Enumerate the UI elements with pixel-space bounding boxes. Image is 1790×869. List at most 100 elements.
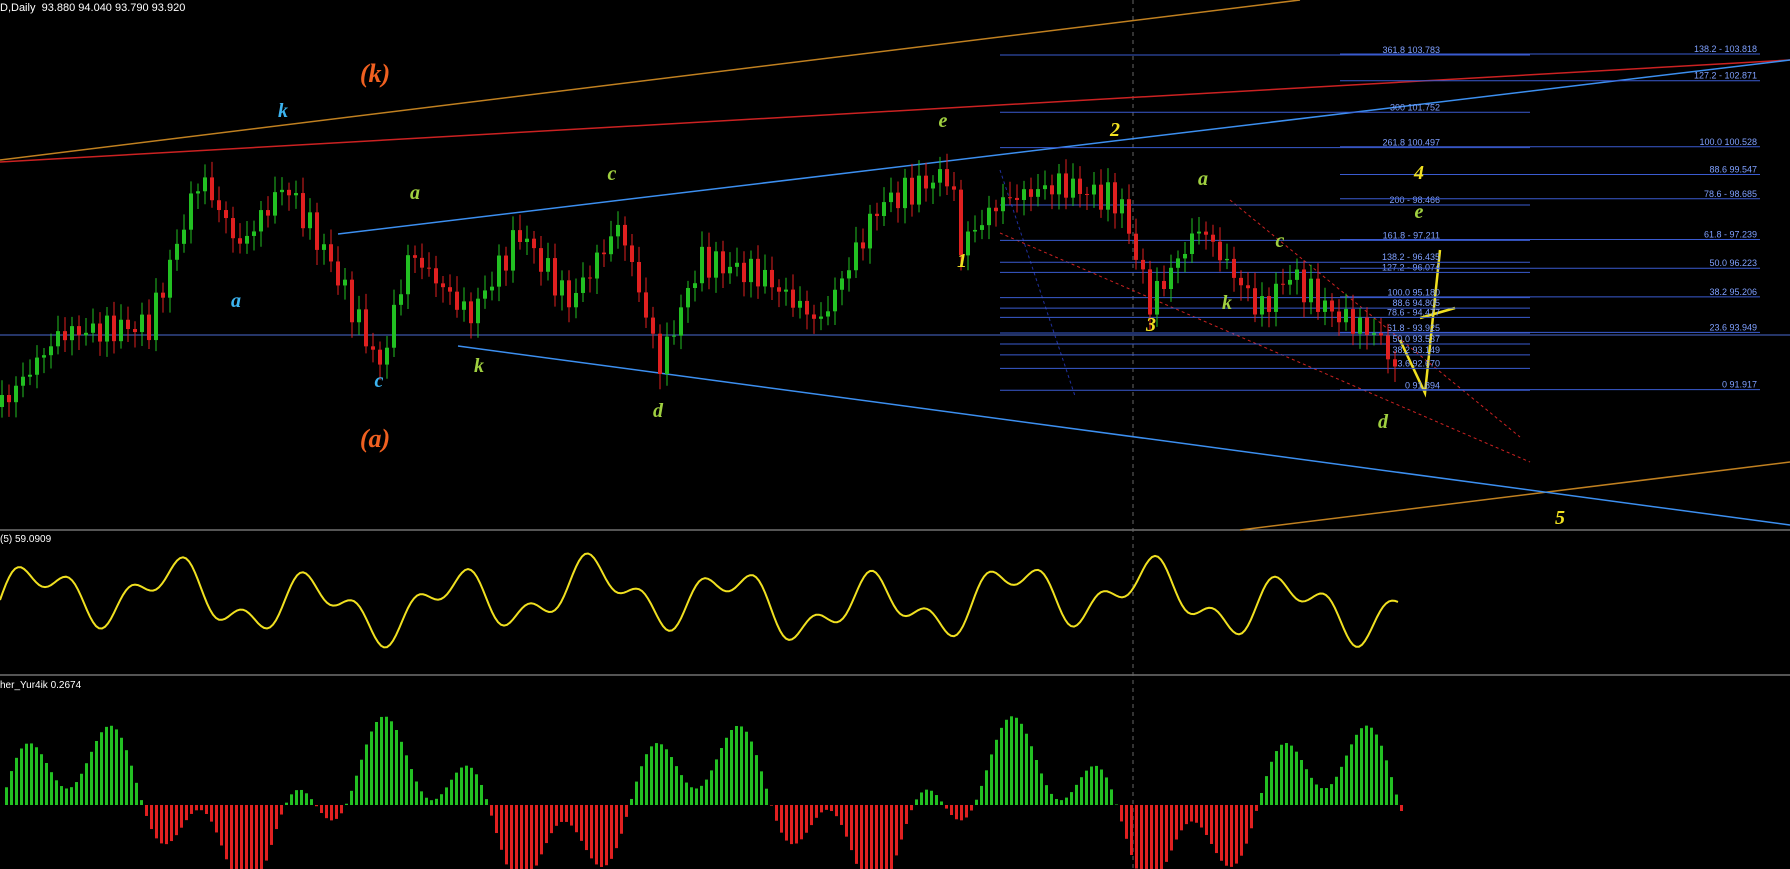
candle-body <box>1113 182 1117 214</box>
histogram-bar <box>610 805 613 859</box>
histogram-bar <box>1025 733 1028 805</box>
candle-body <box>917 175 921 205</box>
fib-level-label: 300 101.752 <box>1390 102 1440 112</box>
candle-body <box>805 300 809 315</box>
candle-body <box>1155 280 1159 315</box>
fib-level-label: 23.6 92.670 <box>1392 358 1440 368</box>
fib-level-label: 78.6 - 98.685 <box>1704 189 1757 199</box>
candle-body <box>560 280 564 296</box>
histogram-bar <box>675 766 678 805</box>
histogram-bar <box>970 805 973 811</box>
candle-body <box>672 335 676 337</box>
candle-body <box>336 261 340 286</box>
wave-label: a <box>410 182 420 204</box>
histogram-bar <box>55 780 58 805</box>
histogram-bar <box>80 773 83 805</box>
histogram-bar <box>245 805 248 869</box>
candle-body <box>14 385 18 403</box>
wave-label: e <box>1415 201 1424 223</box>
histogram-bar <box>660 744 663 805</box>
histogram-bar <box>1145 805 1148 869</box>
histogram-bar <box>960 805 963 821</box>
histogram-bar <box>1245 805 1248 844</box>
histogram-bar <box>1250 805 1253 829</box>
histogram-bar <box>545 805 548 844</box>
histogram-bar <box>460 767 463 805</box>
candle-body <box>1127 199 1131 234</box>
histogram-bar <box>820 805 823 813</box>
histogram-bar <box>225 805 228 860</box>
candle-body <box>987 207 991 226</box>
histogram-bar <box>890 805 893 869</box>
histogram-bar <box>905 805 908 824</box>
histogram-bar <box>1380 745 1383 805</box>
candle-body <box>994 207 998 212</box>
candle-body <box>1302 269 1306 303</box>
histogram-bar <box>695 788 698 805</box>
wave-label: 1 <box>957 250 967 272</box>
histogram-bar <box>915 799 918 805</box>
histogram-bar <box>940 801 943 805</box>
histogram-bar <box>1035 760 1038 805</box>
candle-body <box>280 189 284 193</box>
histogram-bar <box>680 775 683 805</box>
histogram-bar <box>530 805 533 869</box>
dotted-channel-upper <box>1229 199 1521 438</box>
histogram-bar <box>275 805 278 830</box>
candle-body <box>413 255 417 258</box>
histogram-bar <box>150 805 153 830</box>
histogram-bar <box>585 805 588 851</box>
histogram-bar <box>860 805 863 869</box>
histogram-bar <box>770 805 773 806</box>
histogram-bar <box>335 805 338 819</box>
upper-orange-line <box>0 0 1301 161</box>
wave-label: d <box>653 400 664 422</box>
histogram-bar <box>835 805 838 817</box>
candle-body <box>609 236 613 255</box>
histogram-bar <box>1240 805 1243 856</box>
candle-body <box>1330 300 1334 312</box>
histogram-bar <box>885 805 888 869</box>
fibonacci-levels: 361.8 103.783300 101.752261.8 100.497200… <box>1000 44 1760 391</box>
histogram-bar <box>265 805 268 861</box>
histogram-bar <box>710 770 713 805</box>
candle-body <box>938 169 942 183</box>
histogram-bar <box>95 740 98 805</box>
candle-body <box>553 258 557 296</box>
histogram-bar <box>865 805 868 869</box>
candle-body <box>420 257 424 268</box>
candle-body <box>973 229 977 232</box>
histogram-bar <box>480 784 483 805</box>
candle-body <box>1253 288 1257 315</box>
wave-label: c <box>375 370 384 392</box>
histogram-bar <box>895 805 898 856</box>
candle-body <box>35 357 39 375</box>
histogram-bar <box>1225 805 1228 866</box>
histogram-bar <box>1065 797 1068 805</box>
histogram-bar <box>780 805 783 833</box>
candle-body <box>518 230 522 242</box>
histogram-bar <box>210 805 213 822</box>
candle-body <box>224 210 228 219</box>
histogram-bar <box>930 790 933 805</box>
candle-body <box>371 346 375 350</box>
histogram-bar <box>740 726 743 805</box>
histogram-bar <box>135 782 138 805</box>
histogram-bar <box>1210 805 1213 844</box>
histogram-bar <box>1290 745 1293 805</box>
candle-body <box>1085 193 1089 195</box>
histogram-bar <box>1275 751 1278 805</box>
wave-label: a <box>1198 168 1208 190</box>
histogram-bar <box>425 797 428 805</box>
histogram-bar <box>975 799 978 805</box>
candle-body <box>784 289 788 292</box>
candle-body <box>1148 269 1152 315</box>
histogram-bar <box>165 805 168 845</box>
candle-body <box>798 300 802 308</box>
histogram-bar <box>730 730 733 805</box>
histogram-bar <box>1085 770 1088 805</box>
histogram-bar <box>1060 800 1063 805</box>
fib-level-label: 0 91.894 <box>1405 380 1440 390</box>
wave-label: k <box>474 355 484 377</box>
candle-body <box>637 261 641 293</box>
